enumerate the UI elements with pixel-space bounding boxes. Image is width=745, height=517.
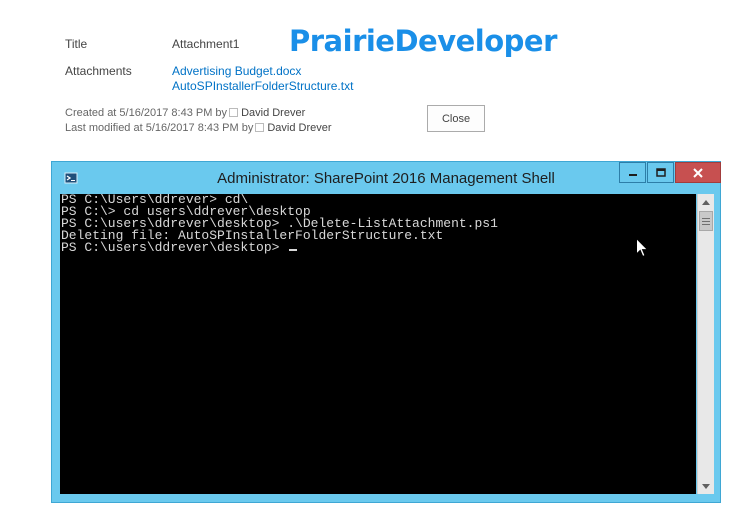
scroll-down-icon bbox=[702, 483, 710, 489]
title-field-value: Attachment1 bbox=[172, 37, 240, 51]
modified-by-user[interactable]: David Drever bbox=[267, 122, 331, 134]
presence-icon bbox=[255, 122, 265, 132]
minimize-button[interactable] bbox=[619, 162, 646, 183]
mouse-pointer-icon bbox=[636, 238, 648, 258]
text-cursor bbox=[289, 249, 298, 251]
attachments-field-label: Attachments bbox=[65, 64, 132, 78]
scroll-up-icon bbox=[702, 199, 710, 205]
brand-watermark: PrairieDeveloper bbox=[289, 24, 557, 58]
title-field-label: Title bbox=[65, 37, 88, 51]
maximize-icon bbox=[655, 167, 666, 177]
minimize-icon bbox=[628, 173, 637, 176]
console-prompt-line: PS C:\users\ddrever\desktop> bbox=[60, 240, 696, 255]
console-output[interactable]: PS C:\Users\ddrever> cd\ PS C:\> cd user… bbox=[60, 194, 696, 494]
close-button[interactable]: Close bbox=[427, 105, 485, 132]
modified-info: Last modified at 5/16/2017 8:43 PM by Dav… bbox=[65, 122, 332, 134]
scroll-up-button[interactable] bbox=[698, 194, 714, 210]
modified-text: Last modified at 5/16/2017 8:43 PM by bbox=[65, 122, 254, 134]
vertical-scrollbar[interactable] bbox=[697, 194, 714, 494]
console-prompt: PS C:\users\ddrever\desktop> bbox=[61, 240, 288, 255]
close-icon bbox=[693, 167, 703, 178]
powershell-window: Administrator: SharePoint 2016 Managemen… bbox=[51, 161, 721, 503]
attachment-link-autospinstaller[interactable]: AutoSPInstallerFolderStructure.txt bbox=[172, 79, 353, 93]
attachment-link-advertising-budget[interactable]: Advertising Budget.docx bbox=[172, 64, 301, 78]
maximize-button[interactable] bbox=[647, 162, 674, 183]
window-close-button[interactable] bbox=[675, 162, 721, 183]
scroll-thumb[interactable] bbox=[699, 211, 713, 231]
created-info: Created at 5/16/2017 8:43 PM by David Dre… bbox=[65, 107, 305, 119]
presence-icon bbox=[229, 107, 239, 117]
created-by-user[interactable]: David Drever bbox=[241, 107, 305, 119]
scroll-down-button[interactable] bbox=[698, 478, 714, 494]
created-text: Created at 5/16/2017 8:43 PM by bbox=[65, 107, 228, 119]
